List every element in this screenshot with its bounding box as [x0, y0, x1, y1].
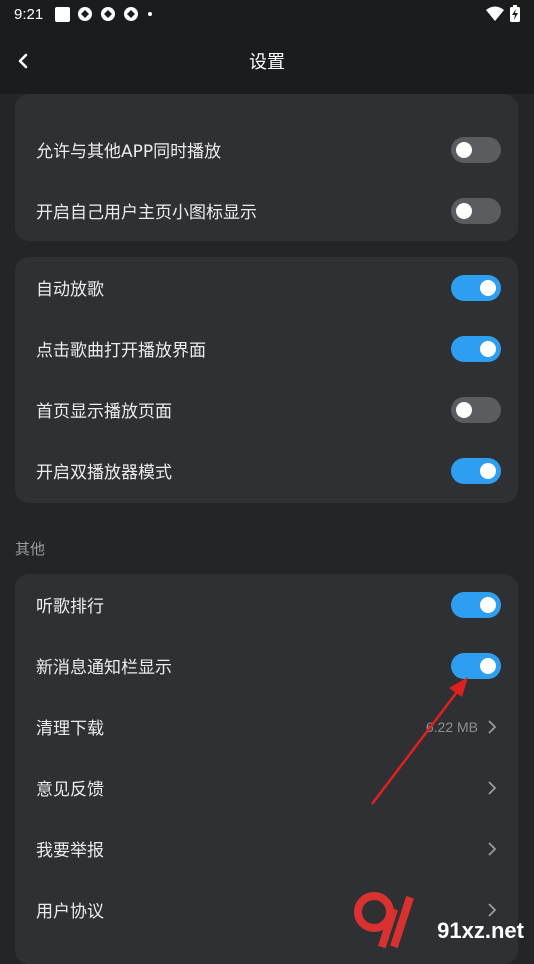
watermark-logo-icon: [354, 892, 414, 949]
watermark-text: 91xz.net: [437, 918, 524, 943]
annotation-arrow: [371, 677, 468, 805]
watermark: 91xz.net: [350, 888, 530, 950]
